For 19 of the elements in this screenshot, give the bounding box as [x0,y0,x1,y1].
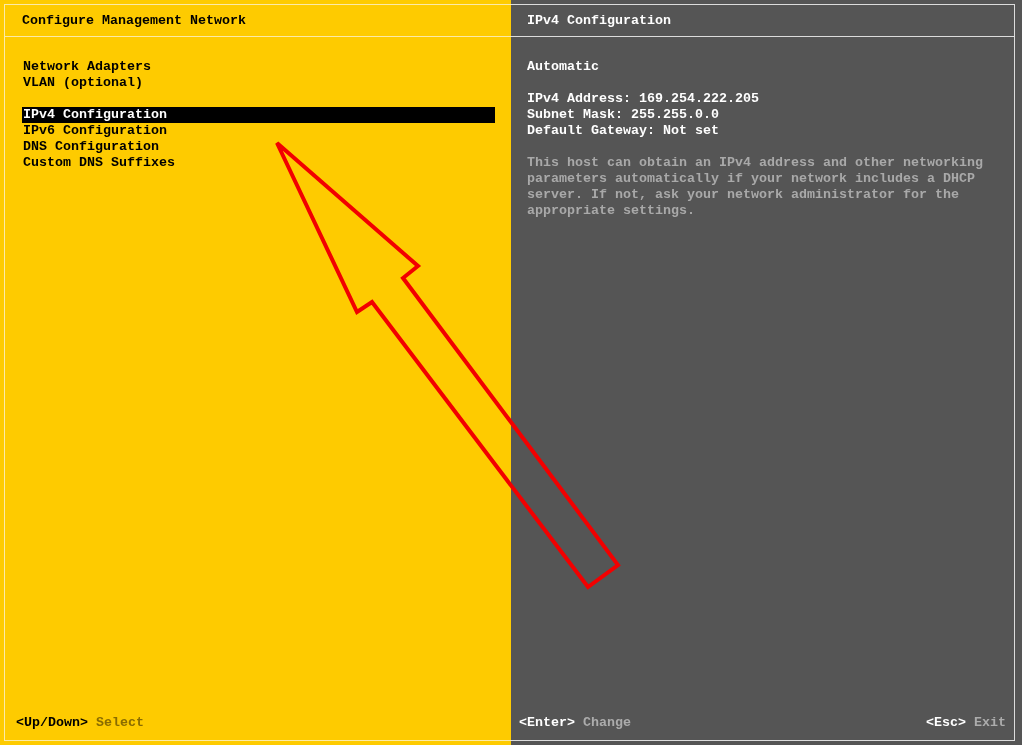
panel-title: IPv4 Configuration [527,12,671,29]
key-hint: <Esc> [926,715,966,731]
detail-text: Subnet Mask: 255.255.0.0 [527,107,720,123]
detail-text: Default Gateway: Not set [527,123,720,139]
action-hint: Select [96,715,144,731]
description-text: This host can obtain an IPv4 address and other networking parameters automatically if your network includes a DHCP server. If not, ask your network administrator for the appropriate settings. [527,155,984,219]
action-hint: Exit [974,715,1006,731]
menu-item[interactable]: Custom DNS Suffixes [22,155,495,171]
action-hint: Change [583,715,631,731]
key-hint: <Up/Down> [16,715,88,731]
menu-item[interactable]: VLAN (optional) [22,75,495,91]
menu-item[interactable]: IPv4 Configuration [22,107,495,123]
key-hint: <Enter> [519,715,575,731]
menu-item[interactable]: Network Adapters [22,59,495,75]
mode-text: Automatic [527,59,600,75]
detail-text: IPv4 Address: 169.254.222.205 [527,91,760,107]
menu-item[interactable]: IPv6 Configuration [22,123,495,139]
menu-item[interactable]: DNS Configuration [22,139,495,155]
panel-title: Configure Management Network [22,12,246,29]
